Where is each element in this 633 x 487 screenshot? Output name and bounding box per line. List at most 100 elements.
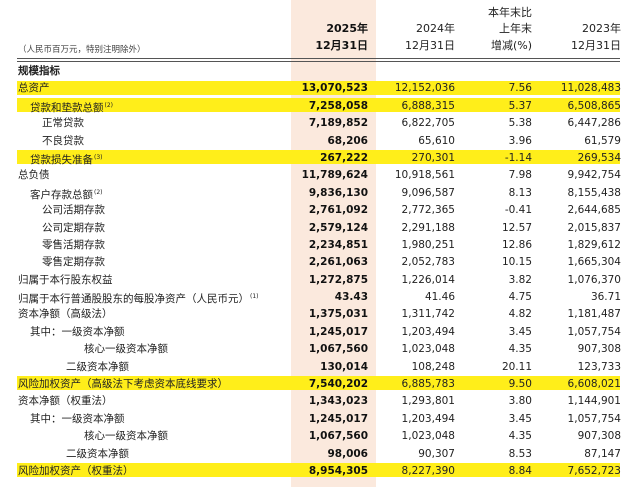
value-2025: 98,006 [327,447,368,460]
value-2024: 6,885,783 [401,378,455,391]
value-2025: 267,222 [320,151,368,164]
value-2025: 130,014 [320,360,368,373]
row-label: 客户存款总额(2) [30,186,103,202]
value-2025: 2,234,851 [308,238,368,251]
value-2023: 1,829,612 [567,238,621,251]
table-row: 其中：一级资本净额 1,245,017 1,203,494 3.45 1,057,754 [0,411,633,428]
row-label-text: 核心一级资本净额 [84,430,168,443]
value-2023: 1,181,487 [567,308,621,321]
value-change-pct: 3.82 [508,273,532,286]
table-row: 零售定期存款 2,261,063 2,052,783 10.15 1,665,304 [0,254,633,271]
table-row: 客户存款总额(2) 9,836,130 9,096,587 8.13 8,155,438 [0,185,633,202]
value-2023: 907,308 [577,343,621,356]
value-2025: 7,258,058 [308,99,368,112]
value-change-pct: 4.82 [508,308,532,321]
value-2023: 269,534 [577,151,621,164]
row-label-text: 零售活期存款 [42,238,105,251]
value-change-pct: 3.45 [508,325,532,338]
row-label-text: 其中：一级资本净额 [30,412,125,425]
footnote-marker: (2) [94,188,103,196]
value-2025: 7,189,852 [308,117,368,130]
value-2024: 9,096,587 [401,186,455,199]
row-label: 不良贷款 [42,134,84,148]
value-change-pct: 5.37 [508,99,532,112]
value-2024: 6,888,315 [401,99,455,112]
table-row: 核心一级资本净额 1,067,560 1,023,048 4.35 907,308 [0,341,633,358]
value-2023: 9,942,754 [567,169,621,182]
value-change-pct: 3.45 [508,412,532,425]
table-row: 归属于本行股东权益 1,272,875 1,226,014 3.82 1,076,370 [0,272,633,289]
value-change-pct: -1.14 [504,151,532,164]
value-change-pct: 7.56 [508,82,532,95]
value-change-pct: 20.11 [501,360,532,373]
row-label-text: 资本净额（权重法） [18,395,113,408]
value-2024: 12,152,036 [394,82,455,95]
value-change-pct: -0.41 [504,204,532,217]
value-2023: 123,733 [577,360,621,373]
value-2025: 11,789,624 [301,169,368,182]
table-row: 零售活期存款 2,234,851 1,980,251 12.86 1,829,612 [0,237,633,254]
value-2023: 6,608,021 [567,378,621,391]
row-label-text: 正常贷款 [42,117,84,130]
table-row: 核心一级资本净额 1,067,560 1,023,048 4.35 907,308 [0,428,633,445]
value-change-pct: 8.53 [508,447,532,460]
table-row: 资本净额（高级法） 1,375,031 1,311,742 4.82 1,181,487 [0,306,633,323]
value-change-pct: 3.96 [508,134,532,147]
table-row: 风险加权资产（权重法） 8,954,305 8,227,390 8.84 7,652,7… [0,463,633,480]
row-label: 其中：一级资本净额 [30,412,125,426]
col-2024-date: 12月31日 [405,39,455,52]
row-label-text: 归属于本行股东权益 [18,273,113,286]
change-header-2: 上年末 [499,22,532,35]
value-2025: 43.43 [334,291,368,304]
value-2023: 11,028,483 [560,82,621,95]
row-label-text: 核心一级资本净额 [84,343,168,356]
value-2025: 8,954,305 [308,464,368,477]
row-label: 总资产 [18,81,50,95]
table-row: 归属于本行普通股股东的每股净资产（人民币元）(1) 43.43 41.46 4.75 3… [0,289,633,306]
value-2023: 1,665,304 [567,256,621,269]
row-label: 核心一级资本净额 [84,342,168,356]
row-label-text: 资本净额（高级法） [18,308,113,321]
value-2025: 1,375,031 [308,308,368,321]
value-2023: 7,652,723 [567,464,621,477]
row-label: 核心一级资本净额 [84,429,168,443]
value-2024: 1,203,494 [401,325,455,338]
value-2025: 1,343,023 [308,395,368,408]
table-row: 二级资本净额 98,006 90,307 8.53 87,147 [0,446,633,463]
row-label-text: 公司活期存款 [42,204,105,217]
value-2023: 6,447,286 [567,117,621,130]
value-2023: 2,644,685 [567,204,621,217]
row-label-text: 贷款和垫款总额 [30,101,104,114]
row-label-text: 总负债 [18,169,50,182]
col-2025-date: 12月31日 [315,39,368,52]
value-2024: 1,023,048 [401,343,455,356]
financial-table-page: （人民币百万元，特别注明除外） 2025年 12月31日 2024年 12月31… [0,0,633,487]
row-label: 风险加权资产（高级法下考虑资本底线要求） [18,377,228,391]
value-change-pct: 5.38 [508,117,532,130]
value-2025: 1,272,875 [308,273,368,286]
row-label-text: 风险加权资产（权重法） [18,464,134,477]
footnote-marker: (2) [104,101,114,109]
row-label: 正常贷款 [42,116,84,130]
col-2024-year: 2024年 [416,22,455,35]
value-2024: 108,248 [411,360,455,373]
value-2024: 6,822,705 [401,117,455,130]
value-2024: 2,772,365 [401,204,455,217]
value-change-pct: 9.50 [508,378,532,391]
value-2024: 2,052,783 [401,256,455,269]
value-2025: 2,579,124 [308,221,368,234]
table-body: 规模指标 总资产 13,070,523 12,152,036 7.56 11,028,48… [0,63,633,480]
row-label-text: 规模指标 [18,65,60,77]
row-label: 风险加权资产（权重法） [18,464,134,478]
value-2024: 1,311,742 [401,308,455,321]
value-2023: 1,144,901 [567,395,621,408]
row-label-text: 客户存款总额 [30,188,93,201]
value-2024: 2,291,188 [401,221,455,234]
value-2024: 1,226,014 [401,273,455,286]
row-label-text: 贷款损失准备 [30,153,93,166]
col-2025-year: 2025年 [326,22,368,35]
value-2023: 36.71 [590,291,621,304]
value-2023: 1,057,754 [567,412,621,425]
value-2025: 2,261,063 [308,256,368,269]
value-2025: 1,245,017 [308,325,368,338]
